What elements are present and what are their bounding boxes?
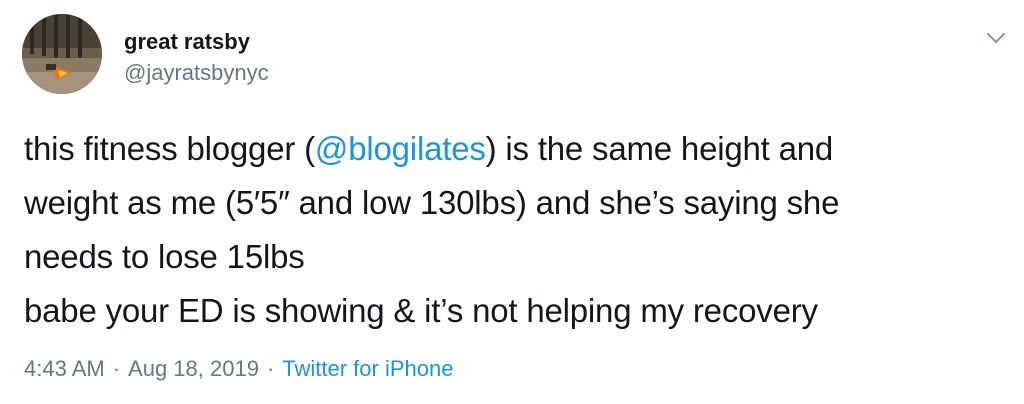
chevron-down-icon[interactable]: [982, 26, 1010, 50]
tweet-line: babe your ED is showing & it’s not helpi…: [24, 292, 818, 329]
meta-separator: ·: [112, 356, 121, 381]
avatar-image: [22, 14, 102, 94]
tweet-time[interactable]: 4:43 AM: [24, 356, 105, 381]
user-handle[interactable]: @jayratsbynyc: [124, 59, 269, 87]
avatar[interactable]: [22, 14, 102, 94]
tweet-line: needs to lose 15lbs: [24, 238, 305, 275]
tweet-text-segment: ) is the same height and: [485, 130, 834, 167]
tweet-card: great ratsby @jayratsbynyc this fitness …: [0, 0, 1024, 404]
mention-link[interactable]: @blogilates: [315, 130, 486, 167]
tweet-line: weight as me (5′5″ and low 130lbs) and s…: [24, 184, 840, 221]
source-link[interactable]: Twitter for iPhone: [282, 356, 453, 381]
tweet-meta: 4:43 AM · Aug 18, 2019 · Twitter for iPhone: [24, 355, 453, 383]
tweet-text-segment: this fitness blogger (: [24, 130, 315, 167]
display-name[interactable]: great ratsby: [124, 28, 250, 56]
tweet-line: this fitness blogger (@blogilates) is th…: [24, 122, 1009, 176]
tweet-date[interactable]: Aug 18, 2019: [128, 356, 259, 381]
meta-separator: ·: [266, 356, 275, 381]
tweet-text: this fitness blogger (@blogilates) is th…: [24, 122, 1009, 338]
